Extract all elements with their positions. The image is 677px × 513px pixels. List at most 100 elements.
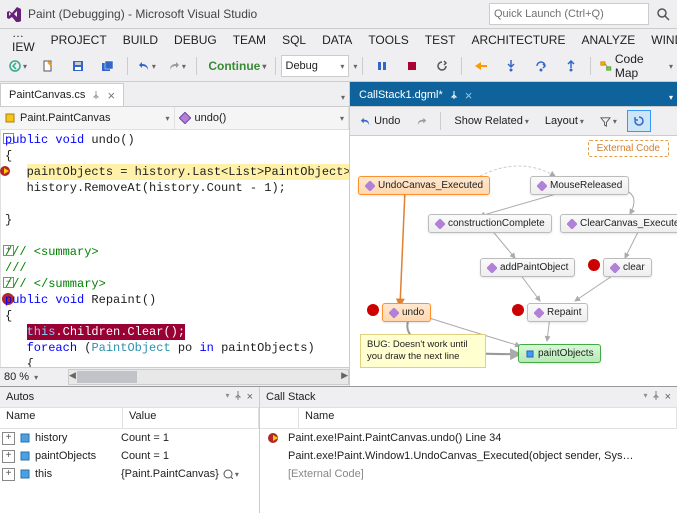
- pin-icon[interactable]: [449, 90, 459, 100]
- node-clear[interactable]: clear: [603, 258, 652, 277]
- nav-back-button[interactable]: ▾: [4, 54, 32, 78]
- tab-overflow[interactable]: ▾: [665, 89, 677, 106]
- menu-sql[interactable]: SQL: [274, 31, 314, 49]
- node-label: undo: [402, 307, 424, 318]
- node-addpaintobject[interactable]: addPaintObject: [480, 258, 575, 277]
- autos-row[interactable]: + this {Paint.PaintCanvas} ▾: [0, 465, 259, 483]
- close-icon[interactable]: ×: [465, 89, 473, 102]
- step-over-button[interactable]: [527, 54, 555, 78]
- col-name-label: Name: [305, 410, 334, 422]
- toolbar-overflow[interactable]: ▾: [353, 62, 357, 71]
- breakpoint-indicator[interactable]: [367, 304, 379, 316]
- menu-project[interactable]: PROJECT: [43, 31, 115, 49]
- node-paintobjects[interactable]: paintObjects: [518, 344, 601, 363]
- code-area[interactable]: − + − public void undo() { paintObjects …: [0, 130, 349, 367]
- callstack-row[interactable]: Paint.exe!Paint.Window1.UndoCanvas_Execu…: [260, 447, 677, 465]
- refresh-button[interactable]: [627, 110, 651, 132]
- external-code-group[interactable]: External Code: [588, 140, 669, 157]
- config-combo[interactable]: Debug▾: [281, 55, 350, 77]
- method-icon: [537, 181, 547, 191]
- col-name-header[interactable]: Name: [0, 408, 123, 428]
- menu-build[interactable]: BUILD: [115, 31, 166, 49]
- step-out-button[interactable]: [557, 54, 585, 78]
- file-tab-callstack-dgml[interactable]: CallStack1.dgml* ×: [350, 83, 481, 106]
- breakpoint-indicator[interactable]: [588, 259, 600, 271]
- vs-logo-icon: [6, 6, 22, 22]
- node-undocanvas-executed[interactable]: UndoCanvas_Executed: [358, 176, 490, 195]
- save-all-button[interactable]: [94, 54, 122, 78]
- horizontal-scrollbar[interactable]: ◀▶: [68, 369, 349, 385]
- quick-launch-input[interactable]: Quick Launch (Ctrl+Q): [489, 3, 649, 25]
- close-icon[interactable]: ×: [107, 89, 115, 102]
- autos-header[interactable]: Autos ▾×: [0, 387, 259, 408]
- visualizer-icon[interactable]: [223, 469, 233, 479]
- var-name: history: [35, 432, 121, 444]
- col-value-header[interactable]: Value: [123, 408, 259, 428]
- restart-button[interactable]: [428, 54, 456, 78]
- new-file-button[interactable]: [34, 54, 62, 78]
- tab-overflow[interactable]: ▾: [337, 89, 349, 106]
- callstack-row[interactable]: [External Code]: [260, 465, 677, 483]
- breakpoint-indicator[interactable]: [512, 304, 524, 316]
- callstack-row[interactable]: Paint.exe!Paint.PaintCanvas.undo() Line …: [260, 429, 677, 447]
- callstack-header[interactable]: Call Stack ▾ ×: [260, 387, 677, 408]
- expand-toggle[interactable]: +: [2, 432, 15, 445]
- editor-status-row: 80 % ▾ ◀▶: [0, 367, 349, 386]
- close-icon[interactable]: ×: [247, 391, 253, 403]
- method-nav-label: undo(): [195, 112, 227, 124]
- menu-window[interactable]: WINDOW: [643, 31, 677, 49]
- method-icon: [487, 263, 497, 273]
- expand-toggle[interactable]: +: [2, 450, 15, 463]
- show-related-button[interactable]: Show Related▾: [448, 110, 535, 132]
- autos-row[interactable]: + paintObjects Count = 1: [0, 447, 259, 465]
- filter-button[interactable]: ▾: [594, 110, 623, 132]
- toolbar-overflow-end[interactable]: ▾: [669, 62, 673, 71]
- pin-icon[interactable]: [652, 391, 661, 400]
- col-name-header[interactable]: Name: [299, 408, 677, 428]
- code-map-button[interactable]: Code Map: [596, 54, 665, 78]
- window-options-icon[interactable]: ▾: [644, 391, 648, 403]
- menu-test[interactable]: TEST: [417, 31, 464, 49]
- callstack-title: Call Stack: [266, 391, 642, 403]
- node-repaint[interactable]: Repaint: [527, 303, 588, 322]
- toolbar-separator: [590, 57, 591, 75]
- node-mousereleased[interactable]: MouseReleased: [530, 176, 629, 195]
- menu-view[interactable]: …IEW: [4, 24, 43, 56]
- window-options-icon[interactable]: ▾: [226, 391, 230, 403]
- step-into-button[interactable]: [497, 54, 525, 78]
- continue-button[interactable]: Continue▾: [202, 54, 270, 78]
- pin-icon[interactable]: [91, 90, 101, 100]
- dependency-graph[interactable]: External Code UndoCanvas_Executed MouseR…: [350, 136, 677, 386]
- menu-analyze[interactable]: ANALYZE: [573, 31, 643, 49]
- menu-data[interactable]: DATA: [314, 31, 360, 49]
- method-nav-combo[interactable]: undo() ▾: [175, 107, 350, 129]
- layout-button[interactable]: Layout▾: [539, 110, 590, 132]
- dgml-undo-button[interactable]: Undo: [354, 110, 406, 132]
- undo-button[interactable]: ▾: [133, 54, 161, 78]
- autos-row[interactable]: + history Count = 1: [0, 429, 259, 447]
- toolbar-separator: [362, 57, 363, 75]
- scrollbar-thumb[interactable]: [77, 371, 137, 383]
- redo-button[interactable]: ▾: [163, 54, 191, 78]
- annotation-note[interactable]: BUG: Doesn't work until you draw the nex…: [360, 334, 486, 368]
- menu-team[interactable]: TEAM: [225, 31, 274, 49]
- menu-tools[interactable]: TOOLS: [360, 31, 416, 49]
- class-nav-combo[interactable]: Paint.PaintCanvas ▾: [0, 107, 175, 129]
- file-tab-paintcanvas[interactable]: PaintCanvas.cs ×: [0, 83, 124, 106]
- zoom-combo[interactable]: 80 % ▾: [0, 371, 68, 383]
- dgml-redo-button[interactable]: [410, 110, 433, 132]
- expand-toggle[interactable]: +: [2, 468, 15, 481]
- menu-debug[interactable]: DEBUG: [166, 31, 225, 49]
- save-button[interactable]: [64, 54, 92, 78]
- show-next-button[interactable]: [467, 54, 495, 78]
- code-body[interactable]: public void undo() { paintObjects = hist…: [1, 130, 349, 367]
- break-all-button[interactable]: [368, 54, 396, 78]
- menu-architecture[interactable]: ARCHITECTURE: [463, 31, 573, 49]
- node-undo[interactable]: undo: [382, 303, 431, 322]
- search-icon[interactable]: [655, 6, 671, 22]
- node-clearcanvas-executed[interactable]: ClearCanvas_Executed: [560, 214, 677, 233]
- pin-icon[interactable]: [234, 391, 243, 400]
- node-constructioncomplete[interactable]: constructionComplete: [428, 214, 552, 233]
- stop-button[interactable]: [398, 54, 426, 78]
- close-icon[interactable]: ×: [665, 391, 671, 403]
